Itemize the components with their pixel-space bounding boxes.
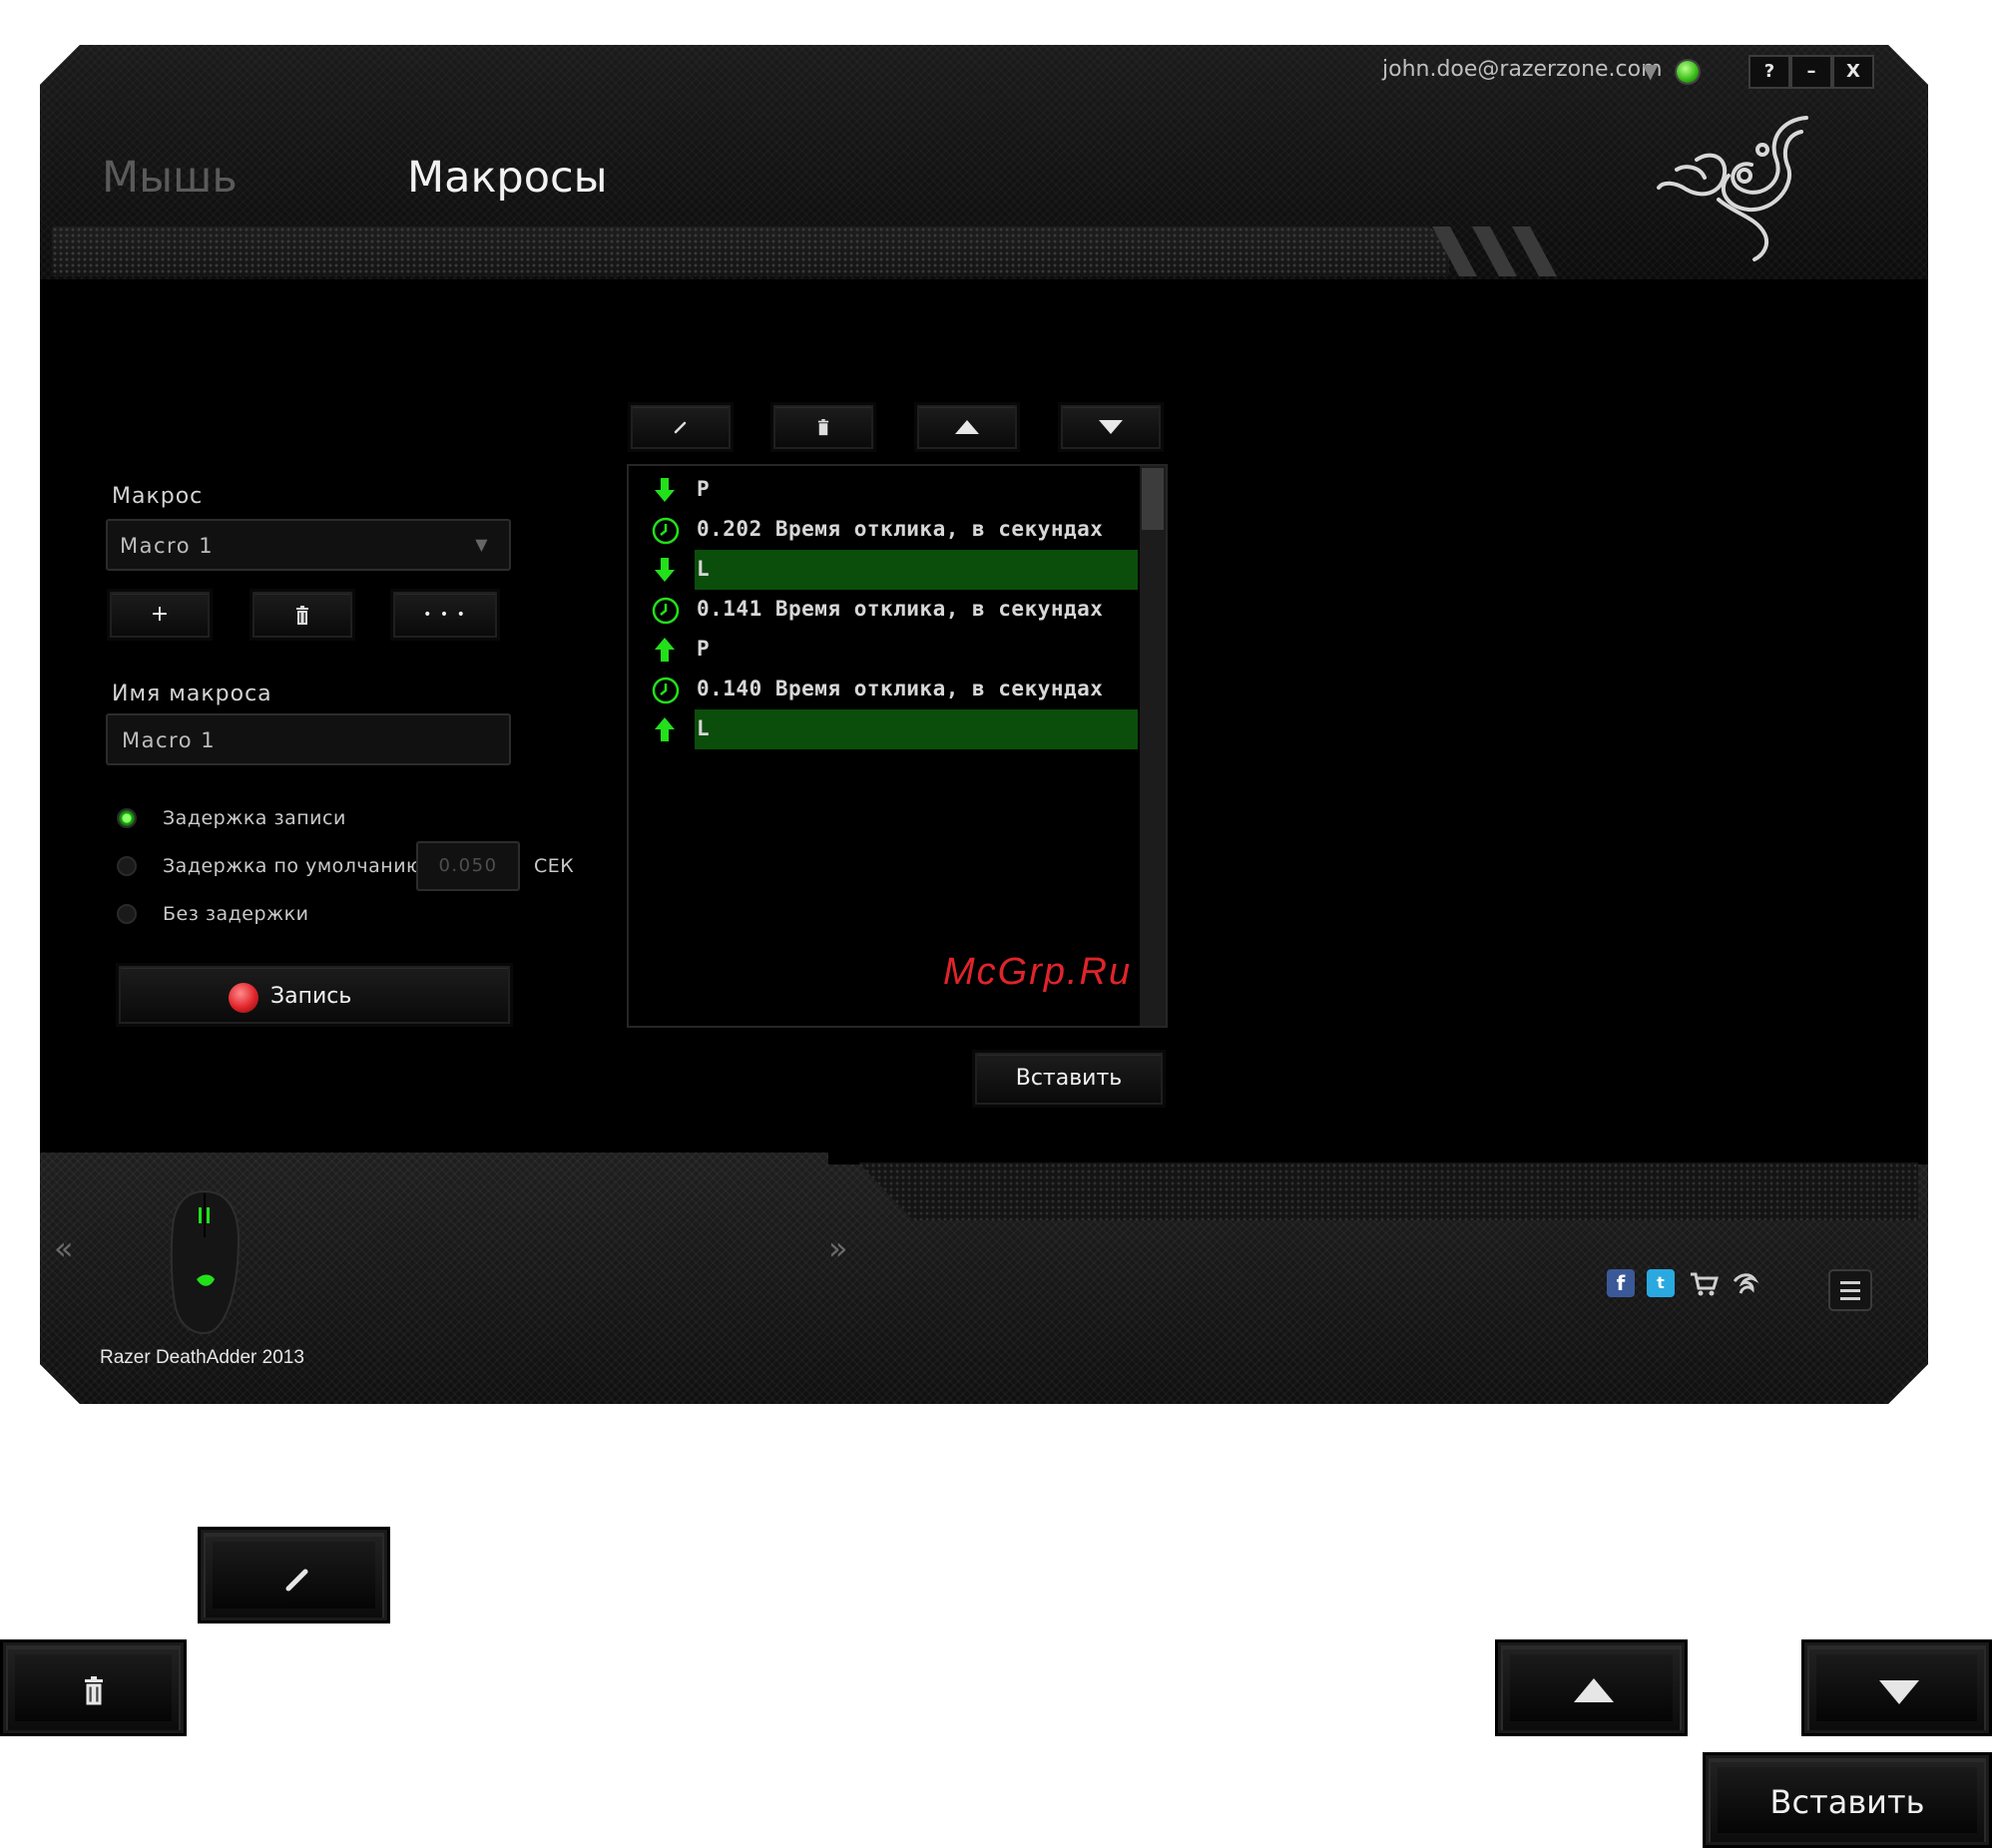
- record-icon: [229, 983, 258, 1013]
- pencil-icon: [674, 421, 687, 434]
- razer-logo-icon: [1657, 116, 1808, 261]
- device-name: Razer DeathAdder 2013: [100, 1347, 304, 1368]
- radio-default-delay-label: Задержка по умолчанию: [163, 855, 423, 877]
- macro-event-text: L: [697, 716, 711, 740]
- edit-button-illustration: [198, 1527, 390, 1623]
- row-highlight: [695, 630, 1138, 670]
- chevron-down-icon[interactable]: ▼: [1643, 59, 1658, 83]
- synapse-window: Мышь Макросы john.doe@razerzone.com ▼ ? …: [40, 45, 1928, 1404]
- macro-event-row[interactable]: 0.140 Время отклика, в секундах: [629, 670, 1138, 709]
- triangle-down-icon: [1099, 420, 1123, 434]
- default-delay-input[interactable]: 0.050: [416, 841, 520, 891]
- razer-community-icon[interactable]: [1731, 1267, 1762, 1299]
- more-options-button[interactable]: • • •: [393, 592, 497, 638]
- delete-macro-button[interactable]: [252, 592, 352, 638]
- delete-button-illustration: [0, 1639, 187, 1736]
- macro-event-text: L: [697, 557, 711, 581]
- move-up-button-illustration: [1495, 1639, 1688, 1736]
- row-highlight: [695, 470, 1138, 510]
- macro-select[interactable]: Macro 1 ▼: [106, 519, 511, 571]
- next-device-button[interactable]: »: [828, 1229, 848, 1267]
- clock-icon: [651, 676, 680, 704]
- trash-icon: [296, 606, 308, 625]
- facebook-icon[interactable]: f: [1607, 1269, 1635, 1297]
- arrow-down-icon: [651, 476, 679, 504]
- radio-no-delay[interactable]: [117, 904, 137, 924]
- macro-event-text: P: [697, 637, 711, 661]
- macro-event-row[interactable]: P: [629, 630, 1138, 670]
- macro-event-row[interactable]: L: [629, 709, 1138, 749]
- help-button[interactable]: ?: [1748, 55, 1790, 89]
- radio-record-delay[interactable]: [117, 808, 137, 828]
- list-scrollbar[interactable]: [1140, 466, 1166, 1026]
- triangle-down-icon: [1879, 1680, 1919, 1704]
- macro-select-value: Macro 1: [120, 534, 215, 558]
- trash-icon: [817, 419, 829, 436]
- clock-icon: [651, 596, 680, 625]
- list-scrollbar-thumb[interactable]: [1142, 468, 1164, 530]
- close-button[interactable]: X: [1832, 55, 1874, 89]
- clock-icon: [651, 516, 680, 545]
- arrow-down-icon: [651, 556, 679, 584]
- minimize-button[interactable]: –: [1790, 55, 1832, 89]
- row-highlight: [695, 709, 1138, 749]
- user-email[interactable]: john.doe@razerzone.com: [1382, 57, 1663, 82]
- move-down-button[interactable]: [1061, 405, 1161, 449]
- triangle-up-icon: [955, 420, 979, 434]
- watermark: McGrp.Ru: [943, 951, 1133, 993]
- insert-button[interactable]: Вставить: [975, 1053, 1163, 1105]
- delay-unit-label: СЕК: [534, 855, 575, 877]
- record-button[interactable]: Запись: [119, 966, 510, 1024]
- radio-default-delay[interactable]: [117, 856, 137, 876]
- record-button-label: Запись: [270, 984, 352, 1009]
- macro-name-input[interactable]: Macro 1: [106, 713, 511, 765]
- cart-icon[interactable]: [1689, 1271, 1719, 1297]
- hamburger-icon-line: [1840, 1289, 1860, 1292]
- trash-icon: [85, 1676, 103, 1705]
- macro-event-row[interactable]: 0.202 Время отклика, в секундах: [629, 510, 1138, 550]
- macro-event-list[interactable]: P 0.202 Время отклика, в секундах L 0.141 В…: [627, 464, 1168, 1028]
- tab-macros[interactable]: Макросы: [407, 153, 608, 203]
- online-status-icon: [1677, 61, 1699, 83]
- radio-no-delay-label: Без задержки: [163, 903, 309, 925]
- arrow-up-icon: [651, 636, 679, 664]
- macro-event-row[interactable]: L: [629, 550, 1138, 590]
- chevron-down-icon[interactable]: ▼: [475, 535, 489, 554]
- insert-button-illustration-label: Вставить: [1769, 1783, 1925, 1821]
- macro-event-text: 0.141 Время отклика, в секундах: [697, 597, 1104, 621]
- triangle-up-icon: [1574, 1678, 1614, 1702]
- macro-event-row[interactable]: 0.141 Время отклика, в секундах: [629, 590, 1138, 630]
- macro-label: Макрос: [112, 484, 204, 509]
- move-down-button-illustration: [1801, 1639, 1992, 1736]
- radio-record-delay-label: Задержка записи: [163, 807, 346, 829]
- add-macro-button[interactable]: +: [110, 592, 210, 638]
- move-up-button[interactable]: [917, 405, 1017, 449]
- footer-stripe: [858, 1162, 1918, 1220]
- delete-event-button[interactable]: [773, 405, 873, 449]
- macro-event-row[interactable]: P: [629, 470, 1138, 510]
- arrow-up-icon: [651, 715, 679, 743]
- mouse-device-image[interactable]: [165, 1187, 245, 1337]
- edit-event-button[interactable]: [631, 405, 731, 449]
- header-stripe: [52, 227, 1449, 276]
- tab-mouse[interactable]: Мышь: [102, 153, 238, 203]
- macro-event-text: P: [697, 477, 711, 501]
- macro-event-text: 0.140 Время отклика, в секундах: [697, 677, 1104, 700]
- menu-button[interactable]: [1828, 1269, 1872, 1311]
- macro-name-label: Имя макроса: [112, 682, 272, 706]
- twitter-icon[interactable]: t: [1647, 1269, 1675, 1297]
- hamburger-icon-line: [1840, 1297, 1860, 1300]
- row-highlight: [695, 550, 1138, 590]
- insert-button-illustration: Вставить: [1703, 1752, 1992, 1848]
- prev-device-button[interactable]: «: [54, 1229, 74, 1267]
- hamburger-icon: [1840, 1281, 1860, 1284]
- pencil-icon: [285, 1569, 308, 1592]
- macro-event-text: 0.202 Время отклика, в секундах: [697, 517, 1104, 541]
